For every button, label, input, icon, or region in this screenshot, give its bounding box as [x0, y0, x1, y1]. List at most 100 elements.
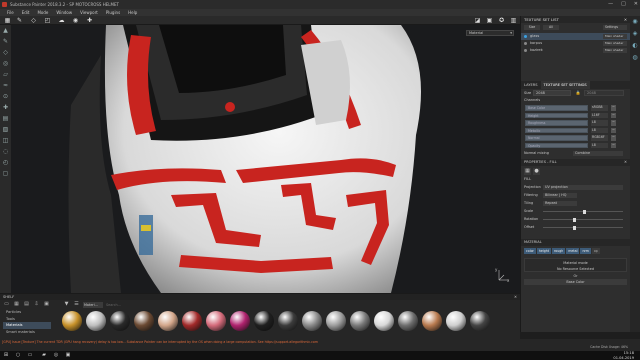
material-thumbnail-white[interactable]	[374, 311, 394, 331]
material-thumbnail-copper[interactable]	[422, 311, 442, 331]
projection-tool-icon[interactable]: ◎	[0, 58, 11, 69]
size-select-secondary[interactable]: 2048	[584, 90, 624, 96]
screenshot-icon[interactable]: ✪	[498, 17, 505, 24]
material-thumbnail-dark-metal[interactable]	[278, 311, 298, 331]
export-icon[interactable]: ▧	[0, 124, 11, 135]
folder-icon[interactable]: ▭	[3, 301, 10, 308]
texture-set-item[interactable]: kozirek Main shader	[521, 47, 630, 54]
maximize-button[interactable]: □	[621, 0, 626, 9]
remove-channel-icon[interactable]: −	[611, 112, 616, 118]
channel-name[interactable]: Roughness	[525, 120, 588, 126]
projection-select[interactable]: UV projection	[543, 184, 623, 190]
tab-layers[interactable]: LAYERS	[521, 81, 541, 89]
toggle-op[interactable]: op	[591, 248, 600, 254]
settings-dropdown[interactable]: Settings	[603, 25, 627, 30]
close-button[interactable]: ✕	[634, 0, 638, 9]
remove-channel-icon[interactable]: −	[611, 135, 616, 141]
material-thumbnail-leather[interactable]	[134, 311, 154, 331]
category-smart-materials[interactable]: Smart materials	[3, 329, 51, 336]
size-select[interactable]: 2048	[533, 90, 571, 96]
start-icon[interactable]: ⊞	[2, 352, 10, 359]
toggle-height[interactable]: height	[536, 248, 552, 254]
grid-view-icon[interactable]: ▦	[13, 301, 20, 308]
search-icon[interactable]: ○	[14, 352, 22, 359]
3d-viewport[interactable]: Material y x	[11, 25, 520, 293]
material-thumbnail-magenta[interactable]	[230, 311, 250, 331]
normal-mixing-select[interactable]: Combine	[573, 150, 623, 156]
tab-texture-set-settings[interactable]: TEXTURE SET SETTINGS	[540, 81, 590, 89]
eraser-icon[interactable]: ◇	[30, 17, 37, 24]
panel-close-icon[interactable]: ✕	[624, 16, 627, 23]
shader-select[interactable]: Main shader	[603, 34, 627, 39]
slider-handle[interactable]	[583, 209, 586, 214]
slider-handle[interactable]	[573, 217, 576, 222]
toggle-nrm[interactable]: nrm	[580, 248, 591, 254]
menu-mode[interactable]: Mode	[33, 9, 52, 16]
material-thumbnail-red-plastic[interactable]	[182, 311, 202, 331]
toggle-color[interactable]: color	[524, 248, 536, 254]
browser-icon[interactable]: ◎	[52, 352, 60, 359]
channel-format-select[interactable]: L8	[591, 142, 608, 148]
import-icon[interactable]: ⇩	[33, 301, 40, 308]
material-thumbnail-gray[interactable]	[398, 311, 418, 331]
material-thumbnail-black-rubber[interactable]	[254, 311, 274, 331]
menu-edit[interactable]: Edit	[18, 9, 34, 16]
scale-slider[interactable]	[543, 209, 623, 214]
material-thumbnail-concrete[interactable]	[350, 311, 370, 331]
fill-sphere-icon[interactable]: ●	[533, 168, 540, 175]
brush-icon[interactable]: ✎	[16, 17, 23, 24]
material-thumbnail-pink[interactable]	[206, 311, 226, 331]
filter-chip[interactable]: Materi...	[83, 302, 103, 308]
channel-format-select[interactable]: sRGB8	[591, 105, 608, 111]
select-tool-icon[interactable]: ▲	[0, 25, 11, 36]
texture-set-panel-icon[interactable]: ◈	[630, 28, 640, 40]
list-view-icon[interactable]: ▤	[23, 301, 30, 308]
material-thumbnail-graphite[interactable]	[470, 311, 490, 331]
tab-size[interactable]: Size	[524, 25, 540, 30]
smudge-icon[interactable]: ☁	[58, 17, 65, 24]
viewer-settings-icon[interactable]: ◌	[0, 146, 11, 157]
clone-icon[interactable]: ◉	[72, 17, 79, 24]
channel-format-select[interactable]: L8	[591, 120, 608, 126]
picker-icon[interactable]: ✚	[86, 17, 93, 24]
thumbnail-icon[interactable]: ▣	[43, 301, 50, 308]
camera-icon[interactable]: ◪	[474, 17, 481, 24]
remove-channel-icon[interactable]: −	[611, 105, 616, 111]
channel-format-select[interactable]: L8	[591, 127, 608, 133]
channel-format-select[interactable]: RGB16F	[591, 135, 608, 141]
channel-format-select[interactable]: L16F	[591, 112, 608, 118]
slider-handle[interactable]	[573, 225, 576, 230]
channel-name[interactable]: Height	[525, 112, 588, 118]
channel-name[interactable]: Opacity	[525, 142, 588, 148]
radio-icon[interactable]	[524, 42, 527, 45]
toggle-rough[interactable]: rough	[552, 248, 566, 254]
menu-viewport[interactable]: Viewport	[76, 9, 102, 16]
display-panel-icon[interactable]: ◍	[630, 52, 640, 64]
explorer-icon[interactable]: ▰	[40, 352, 48, 359]
log-icon[interactable]: ▢	[0, 168, 11, 179]
texture-set-item[interactable]: glass Main shader	[521, 33, 630, 40]
radio-icon[interactable]	[524, 49, 527, 52]
shader-select[interactable]: Main shader	[603, 41, 627, 46]
tiling-select[interactable]: Repeat	[543, 200, 577, 206]
shader-select[interactable]: Main shader	[603, 48, 627, 53]
material-thumbnail-skin[interactable]	[158, 311, 178, 331]
layers-panel-icon[interactable]: ◉	[630, 16, 640, 28]
clone-tool-icon[interactable]: ⊙	[0, 91, 11, 102]
base-color-button[interactable]: Base Color	[524, 279, 627, 285]
render-icon[interactable]: ▣	[486, 17, 493, 24]
task-view-icon[interactable]: ▭	[26, 352, 34, 359]
menu-plugins[interactable]: Plugins	[102, 9, 124, 16]
material-thumbnail-dark-plastic[interactable]	[110, 311, 130, 331]
radio-icon[interactable]	[524, 35, 527, 38]
filter-icon[interactable]: ▼	[63, 301, 70, 308]
material-mode-box[interactable]: Material mode No Resource Selected	[524, 258, 627, 272]
painter-app-icon[interactable]: ▣	[64, 352, 72, 359]
texture-set-item[interactable]: korpus Main shader	[521, 40, 630, 47]
rotation-slider[interactable]	[543, 217, 623, 222]
toggle-metal[interactable]: metal	[566, 248, 580, 254]
offset-slider[interactable]	[543, 225, 623, 230]
channel-name[interactable]: Normal	[525, 135, 588, 141]
material-thumbnail-gold[interactable]	[62, 311, 82, 331]
menu-window[interactable]: Window	[52, 9, 76, 16]
